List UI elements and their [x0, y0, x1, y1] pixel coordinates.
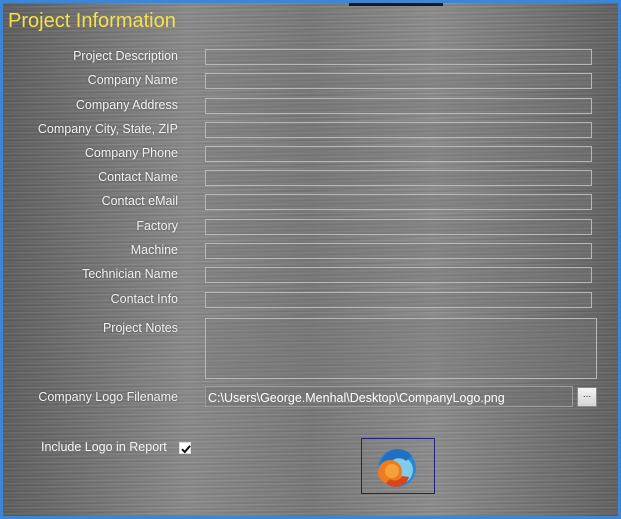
- company-name-label: Company Name: [87, 73, 178, 87]
- machine-field[interactable]: [205, 243, 592, 259]
- contact-info-field[interactable]: [205, 292, 592, 308]
- technician-name-field[interactable]: [205, 267, 592, 283]
- company-logo-filename-field[interactable]: [205, 386, 573, 407]
- top-edge-marker: [349, 3, 443, 6]
- include-logo-label: Include Logo in Report: [41, 440, 167, 454]
- company-logo-filename-label: Company Logo Filename: [38, 390, 178, 404]
- company-city-state-zip-field[interactable]: [205, 122, 592, 138]
- contact-email-field[interactable]: [205, 194, 592, 210]
- factory-field[interactable]: [205, 219, 592, 235]
- browse-logo-button[interactable]: ...: [577, 387, 597, 407]
- project-description-field[interactable]: [205, 49, 592, 65]
- machine-label: Machine: [130, 243, 178, 257]
- company-address-label: Company Address: [75, 98, 178, 112]
- project-information-panel: Project Information Project Description …: [0, 0, 621, 519]
- project-notes-field[interactable]: [205, 318, 597, 379]
- project-notes-label: Project Notes: [102, 321, 178, 335]
- contact-info-label: Contact Info: [110, 292, 178, 306]
- logo-preview: [361, 438, 435, 494]
- company-logo-icon: [378, 449, 416, 487]
- contact-name-label: Contact Name: [98, 170, 178, 184]
- company-phone-field[interactable]: [205, 146, 592, 162]
- include-logo-checkbox[interactable]: [179, 442, 191, 454]
- project-description-label: Project Description: [73, 49, 178, 63]
- company-name-field[interactable]: [205, 73, 592, 89]
- factory-label: Factory: [136, 219, 178, 233]
- checkmark-icon: [181, 445, 191, 454]
- contact-name-field[interactable]: [205, 170, 592, 186]
- company-phone-label: Company Phone: [84, 146, 178, 160]
- technician-name-label: Technician Name: [82, 267, 178, 281]
- company-city-state-zip-label: Company City, State, ZIP: [37, 122, 178, 136]
- panel-title: Project Information: [8, 10, 176, 32]
- contact-email-label: Contact eMail: [101, 194, 178, 208]
- company-address-field[interactable]: [205, 98, 592, 114]
